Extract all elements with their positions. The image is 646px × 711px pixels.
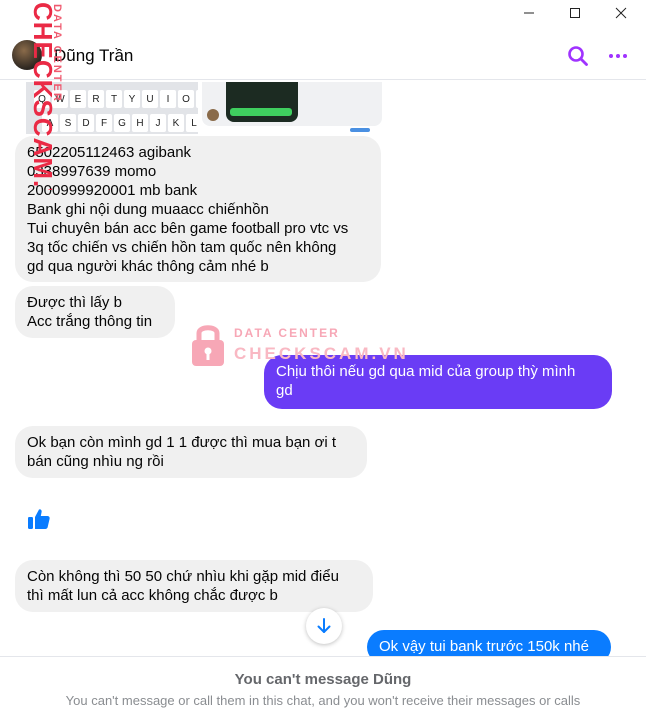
message-line: Được thì lấy b [27,294,122,311]
message-bubble-incoming[interactable]: Được thì lấy b Acc trắng thông tin [15,286,175,338]
message-bubble-outgoing[interactable]: Chịu thôi nếu gd qua mid của group thỳ m… [264,355,612,409]
keyboard-key: T [106,90,122,108]
read-receipt-avatar [207,109,219,121]
maximize-icon [570,8,580,18]
keyboard-key: W [52,90,68,108]
search-button[interactable] [566,44,590,68]
keyboard-key: S [60,114,76,132]
keyboard-key: Y [124,90,140,108]
minimize-icon [524,12,534,14]
more-icon [609,54,627,58]
message-bubble-incoming[interactable]: Ok bạn còn mình gd 1 1 được thì mua bạn … [15,426,367,478]
message-line: Tui chuyên bán acc bên game football pro… [27,220,349,237]
keyboard-key: E [70,90,86,108]
message-line: Ok vậy tui bank trước 150k nhé [379,638,589,655]
search-icon [568,46,588,66]
window-titlebar [0,0,646,26]
message-line: Bank ghi nội dung muaacc chiếnhồn [27,201,269,218]
close-icon [615,7,627,19]
contact-name[interactable]: Dũng Trần [54,46,133,66]
keyboard-key: U [142,90,158,108]
keyboard-key: I [160,90,176,108]
close-button[interactable] [598,0,644,26]
keyboard-screenshot-thumbnail[interactable]: QWERTYUIOP ASDFGHJKL [26,82,198,134]
message-line: 3q tốc chiến vs chiến hồn tam quốc nên k… [27,239,337,256]
message-line: Còn không thì 50 50 chứ nhìu khi gặp mid… [27,568,339,585]
keyboard-key: R [88,90,104,108]
message-line: 6502205112463 agibank [27,144,192,161]
watermark-center-line1: DATA CENTER [234,326,340,340]
more-button[interactable] [606,44,630,68]
lock-icon [192,325,224,366]
message-line: 2000999920001 mb bank [27,182,198,199]
phone-screenshot-thumbnail[interactable] [202,82,382,126]
message-line: Chịu thôi nếu gd qua mid của group thỳ m… [276,363,576,380]
chat-header: Dũng Trần [0,30,646,80]
keyboard-key: O [178,90,194,108]
keyboard-key: D [78,114,94,132]
like-reaction[interactable] [26,506,52,532]
keyboard-key: F [96,114,112,132]
scroll-to-bottom-button[interactable] [306,608,342,644]
keyboard-key: Q [34,90,50,108]
keyboard-key: J [150,114,166,132]
message-bubble-incoming[interactable]: 6502205112463 agibank 0338997639 momo 20… [15,136,381,282]
blocked-notice-title: You can't message Dũng [234,671,412,688]
keyboard-key: L [186,114,198,132]
blocked-notice: You can't message Dũng You can't message… [0,656,646,711]
attachment-indicator [350,128,370,132]
message-line: 0338997639 momo [27,163,157,180]
message-line: bán cũng nhìu ng rồi [27,453,164,470]
keyboard-key: H [132,114,148,132]
message-bubble-incoming[interactable]: Còn không thì 50 50 chứ nhìu khi gặp mid… [15,560,373,612]
message-line: thì mất lun cả acc không chắc được b [27,587,278,604]
phone-screen [226,82,298,122]
keyboard-key: P [196,90,198,108]
avatar[interactable] [12,40,42,70]
message-line: gd [276,382,293,399]
blocked-notice-description: You can't message or call them in this c… [65,693,581,708]
arrow-down-icon [317,618,331,633]
message-line: gd qua người khác thông cảm nhé b [27,258,269,275]
message-line: Ok bạn còn mình gd 1 1 được thì mua bạn … [27,434,337,451]
keyboard-key: G [114,114,130,132]
message-line: Acc trắng thông tin [27,313,153,330]
messenger-window: Dũng Trần QWERTYUIOP ASDFGHJKL 6502205112… [0,0,646,711]
keyboard-key: K [168,114,184,132]
thumbs-up-icon [28,509,50,529]
phone-green-button [230,108,292,116]
minimize-button[interactable] [506,0,552,26]
keyboard-key: A [42,114,58,132]
maximize-button[interactable] [552,0,598,26]
